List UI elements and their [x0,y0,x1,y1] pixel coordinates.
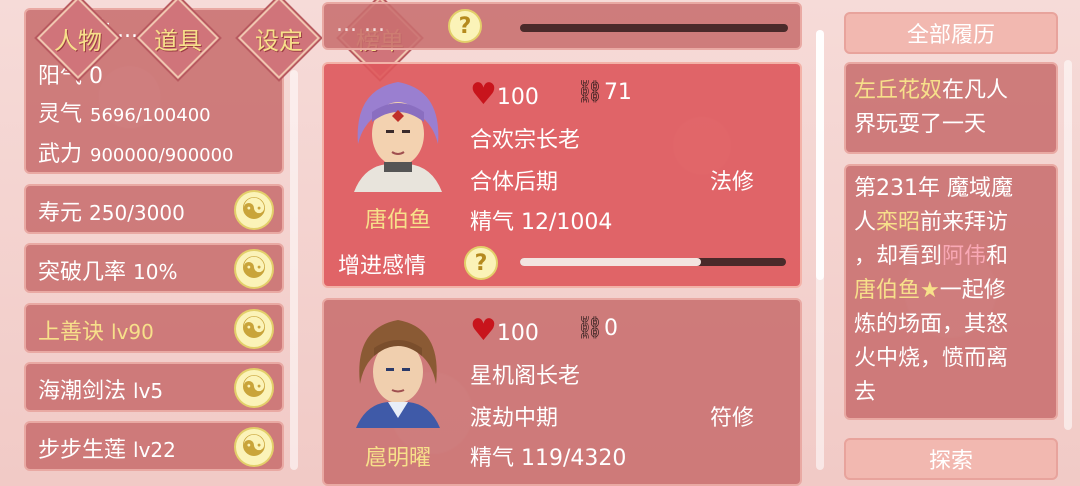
skill-bubu-label: 步步生莲 [38,438,127,463]
character-name[interactable]: 唐伯鱼 [344,202,452,234]
middle-scrollbar[interactable] [816,30,824,470]
character-path: 符修 [710,406,755,431]
character-essence: 精气 12/1004 [470,210,613,235]
skill-lifespan-label: 寿元 [38,201,83,226]
yin-yang-icon[interactable]: ☯ [234,427,274,467]
force-value: 900000/900000 [90,145,234,166]
spirit-value: 5696/100400 [90,105,211,126]
force-label: 武力 [38,142,83,167]
skill-shangshan-label: 上善诀 [38,320,105,345]
log-entry: 第231年 魔域魔 人栾昭前来拜访 ，却看到阿伟和 唐伯鱼★一起修 炼的场面，其… [844,164,1058,420]
skill-breakthrough[interactable]: 突破几率 10% ☯ [24,243,284,293]
top-progress-bar [520,24,788,32]
hp-value: 100 [496,321,539,346]
bond-stat: ⛓71 [576,80,632,105]
explore-label: 探索 [928,449,973,474]
log-name[interactable]: 左丘花奴 [854,78,942,103]
skill-bubu-value: lv22 [133,438,176,462]
nav-items[interactable]: 道具 [128,0,228,80]
handcuffs-icon: ⛓ [576,80,604,105]
all-history-label: 全部履历 [906,23,995,48]
log-entry: 左丘花奴在凡人 界玩耍了一天 [844,62,1058,154]
handcuffs-icon: ⛓ [576,316,604,341]
all-history-button[interactable]: 全部履历 [844,12,1058,54]
affection-bar-fill [520,258,701,266]
skill-haichao[interactable]: 海潮剑法 lv5 ☯ [24,362,284,412]
bond-value: 71 [603,80,632,105]
character-sect: 星机阁长老 [470,364,581,389]
skill-lifespan-value: 250/3000 [89,201,185,225]
character-realm: 渡劫中期 [470,406,559,431]
character-essence: 精气 119/4320 [470,446,627,471]
character-card[interactable]: 扈明曜 ♥100 ⛓0 星机阁长老 渡劫中期 符修 精气 119/4320 [322,298,802,486]
character-name[interactable]: 扈明曜 [344,440,452,472]
heart-icon: ♥ [470,77,497,112]
yin-yang-icon[interactable]: ☯ [234,190,274,230]
nav-characters[interactable]: 人物 [28,0,128,80]
character-realm: 合体后期 [470,170,559,195]
spirit-label: 灵气 [38,102,83,127]
character-path: 法修 [710,170,755,195]
skill-shangshan[interactable]: 上善诀 lv90 ☯ [24,303,284,353]
explore-button[interactable]: 探索 [844,438,1058,480]
left-scrollbar[interactable] [290,70,298,470]
nav-items-label: 道具 [154,26,202,55]
force-stat: 武力 900000/900000 [38,136,234,168]
nav-characters-label: 人物 [54,26,102,55]
question-icon[interactable]: ? [448,9,482,43]
top-status-bar: ... ... ? [322,2,802,50]
character-portrait[interactable] [344,308,452,428]
skill-bubu[interactable]: 步步生莲 lv22 ☯ [24,421,284,471]
skill-breakthrough-label: 突破几率 [38,260,127,285]
spirit-stat: 灵气 5696/100400 [38,96,211,128]
hp-stat: ♥100 [470,77,539,112]
skill-shangshan-value: lv90 [111,320,154,344]
skill-breakthrough-value: 10% [133,260,178,284]
yin-yang-icon[interactable]: ☯ [234,368,274,408]
yin-yang-icon[interactable]: ☯ [234,249,274,289]
action-label[interactable]: 增进感情 [338,248,426,280]
bond-stat: ⛓0 [576,316,618,341]
affection-bar [520,258,786,266]
nav-settings-label: 设定 [255,26,303,55]
skill-lifespan[interactable]: 寿元 250/3000 ☯ [24,184,284,234]
right-scrollbar[interactable] [1064,60,1072,430]
character-sect: 合欢宗长老 [470,128,581,153]
heart-icon: ♥ [470,313,497,348]
log-name[interactable]: 阿伟 [942,244,986,269]
skill-haichao-label: 海潮剑法 [38,379,127,404]
hp-value: 100 [496,85,539,110]
bond-value: 0 [603,316,618,341]
question-icon[interactable]: ? [464,246,498,280]
skill-haichao-value: lv5 [133,379,164,403]
nav-settings[interactable]: 设定 [229,0,329,80]
character-card[interactable]: 唐伯鱼 ♥100 ⛓71 合欢宗长老 合体后期 法修 精气 12/1004 增进… [322,62,802,288]
hp-stat: ♥100 [470,313,539,348]
character-portrait[interactable] [344,72,452,192]
star-icon: ★ [920,278,940,303]
log-name[interactable]: 唐伯鱼 [854,278,920,303]
top-bar-label: ... ... [336,12,385,37]
yin-yang-icon[interactable]: ☯ [234,309,274,349]
log-name[interactable]: 栾昭 [876,210,920,235]
